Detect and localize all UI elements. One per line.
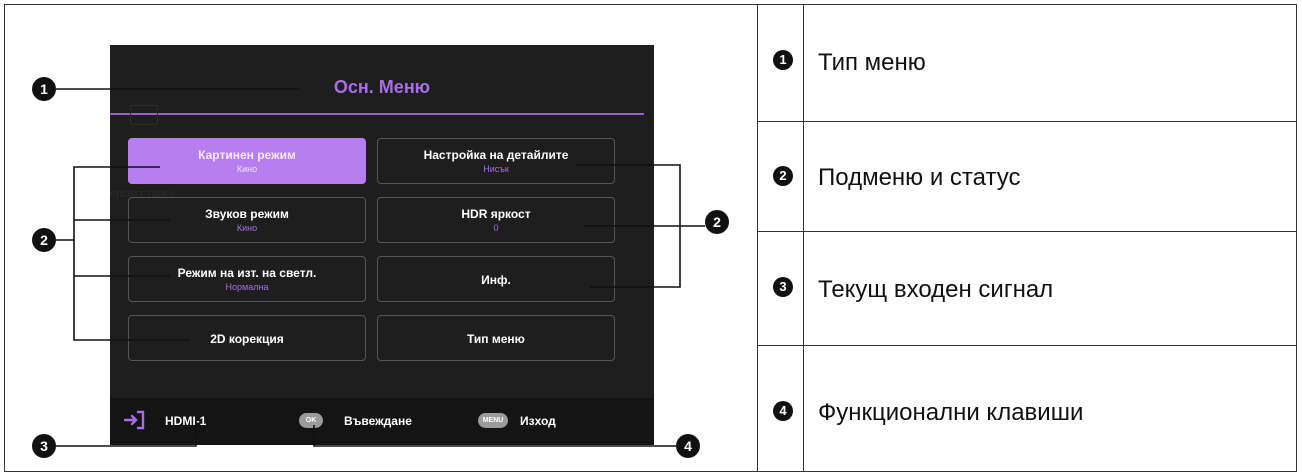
- callout-marker: 4: [676, 434, 700, 458]
- callout-marker: 3: [32, 434, 56, 458]
- callout-marker: 2: [705, 210, 729, 234]
- callout-leader-lines: [56, 88, 705, 447]
- callout-marker: 2: [32, 228, 56, 252]
- callout-marker: 1: [32, 77, 56, 101]
